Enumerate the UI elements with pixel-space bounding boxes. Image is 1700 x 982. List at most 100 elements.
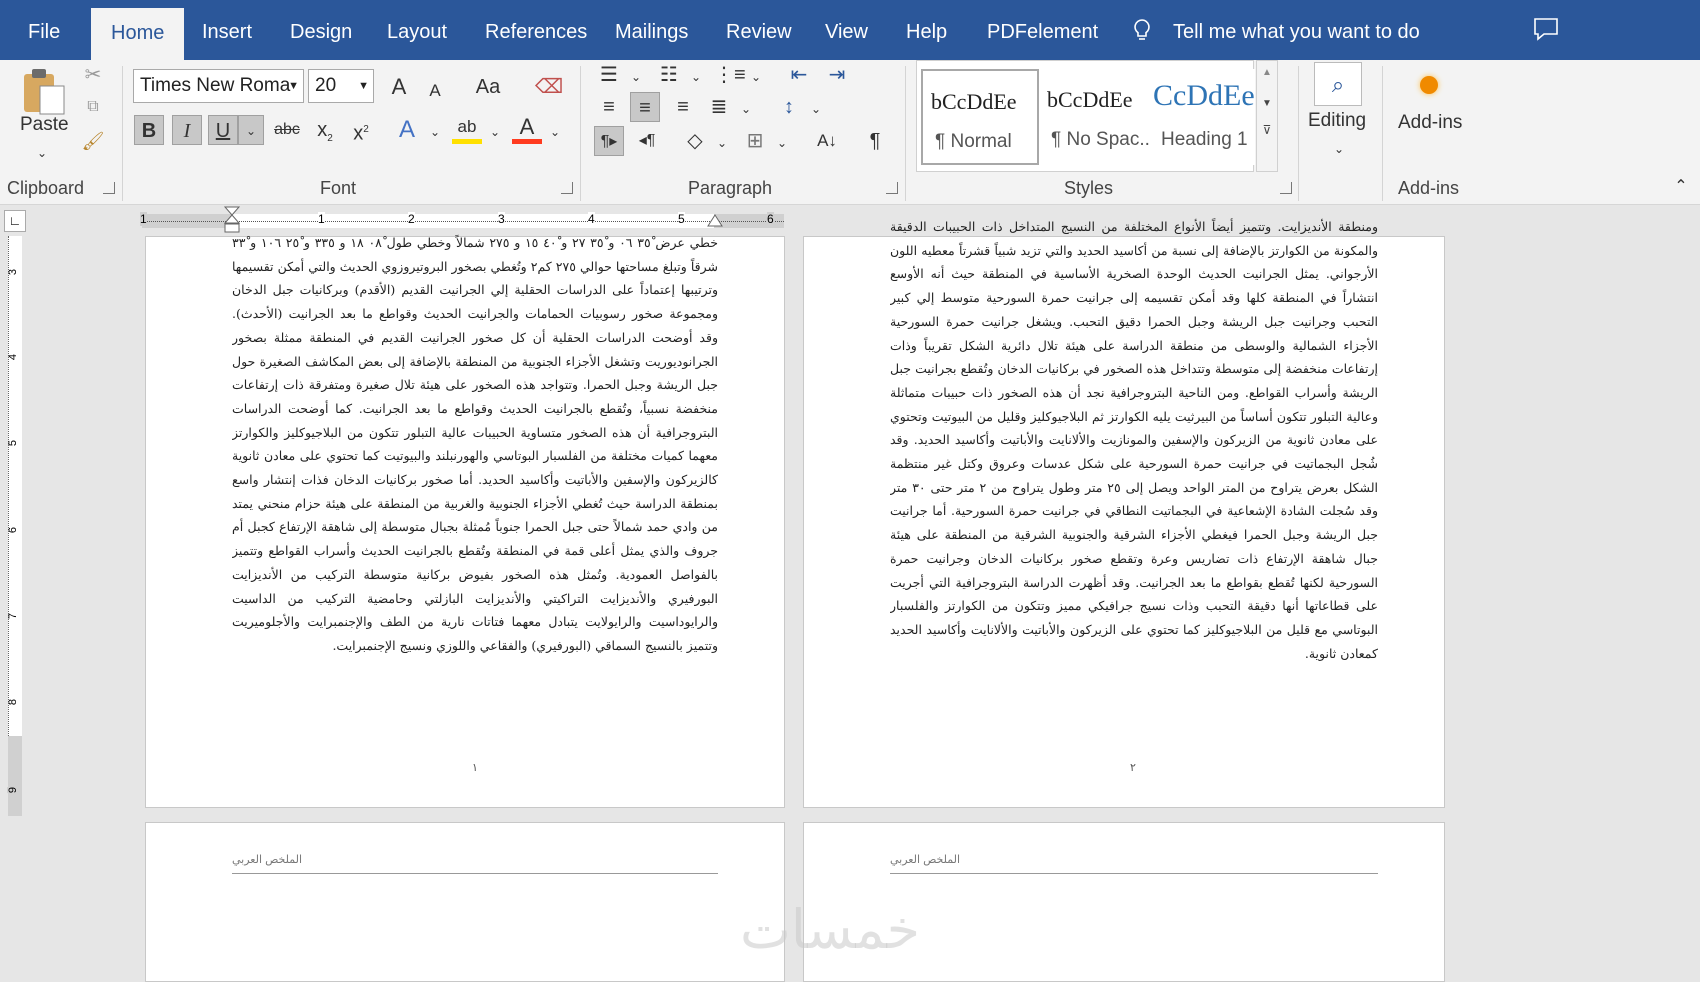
justify-icon[interactable]: ≣ (704, 92, 734, 122)
style-heading-1[interactable]: CcDdEe Heading 1 (1149, 69, 1255, 165)
tab-home[interactable]: Home (91, 8, 185, 60)
decrease-indent-icon[interactable]: ⇤ (784, 60, 814, 90)
tab-file[interactable]: File (28, 0, 60, 60)
highlight-button[interactable]: ab (452, 112, 482, 144)
ruler-number: 2 (408, 212, 415, 226)
vruler-margin (8, 736, 22, 816)
styles-launcher-icon[interactable] (1280, 182, 1292, 194)
subscript-letter: x (317, 119, 328, 141)
chevron-down-icon[interactable]: ⌄ (621, 62, 651, 92)
tab-references[interactable]: References (485, 0, 587, 60)
chevron-up-icon[interactable]: ▲ (1257, 67, 1277, 78)
chevron-down-icon[interactable]: ⌄ (731, 94, 761, 124)
document-page-2[interactable]: ومنطقة الأنديزايت. وتتميز أيضاً الأنواع … (803, 219, 1445, 808)
underline-dropdown-icon[interactable]: ⌄ (238, 115, 264, 145)
ruler-number: 6 (767, 212, 774, 226)
search-icon[interactable]: ⌕ (1314, 62, 1362, 106)
grow-font-button[interactable]: A (384, 72, 414, 102)
chevron-down-icon[interactable]: ⌄ (707, 128, 737, 158)
header-line (890, 873, 1378, 874)
format-painter-icon[interactable]: 🖌 (78, 126, 108, 156)
tab-insert[interactable]: Insert (202, 0, 252, 60)
font-launcher-icon[interactable] (561, 182, 573, 194)
font-name-value: Times New Roma (140, 75, 291, 96)
add-ins-icon[interactable] (1420, 76, 1438, 94)
sort-icon[interactable]: A↓ (812, 126, 842, 156)
ruler-number: 1 (318, 212, 325, 226)
tab-mailings[interactable]: Mailings (615, 0, 688, 60)
show-marks-icon[interactable]: ¶ (860, 126, 890, 156)
subscript-button[interactable]: x2 (310, 115, 340, 145)
tab-layout[interactable]: Layout (387, 0, 447, 60)
strikethrough-button[interactable]: abc (270, 115, 304, 145)
cut-icon[interactable]: ✂ (78, 60, 108, 90)
paste-button[interactable]: Paste (20, 114, 69, 136)
separator (905, 66, 906, 201)
paste-icon[interactable] (18, 64, 68, 116)
tab-review[interactable]: Review (726, 0, 792, 60)
page-2-body-text[interactable]: ومنطقة الأنديزايت. وتتميز أيضاً الأنواع … (890, 215, 1378, 675)
font-size-field[interactable]: 20 ▼ (308, 69, 374, 103)
chevron-down-icon[interactable]: ⌄ (540, 117, 570, 147)
multilevel-list-icon[interactable]: ⋮≡ (714, 60, 746, 90)
bullets-icon[interactable]: ☰ (594, 60, 624, 90)
increase-indent-icon[interactable]: ⇥ (822, 60, 852, 90)
tell-me-search[interactable]: Tell me what you want to do (1173, 0, 1420, 60)
underline-button[interactable]: U (208, 115, 238, 145)
more-styles-icon[interactable]: ⊽ (1257, 123, 1277, 137)
chevron-down-icon[interactable]: ⌄ (1324, 134, 1354, 164)
chevron-down-icon[interactable]: ⌄ (741, 62, 771, 92)
right-indent-marker-icon[interactable] (707, 214, 723, 230)
bold-button[interactable]: B (134, 115, 164, 145)
align-left-icon[interactable]: ≡ (594, 92, 624, 122)
chevron-down-icon[interactable]: ⌄ (420, 117, 450, 147)
numbering-icon[interactable]: ☷ (654, 60, 684, 90)
align-right-icon[interactable]: ≡ (668, 92, 698, 122)
subscript-digit: 2 (327, 133, 333, 144)
chevron-down-icon[interactable]: ⌄ (767, 128, 797, 158)
tab-selector-icon[interactable]: ∟ (4, 210, 26, 232)
styles-gallery: bCcDdEe ¶ Normal bCcDdEe ¶ No Spac... Cc… (916, 60, 1255, 172)
superscript-button[interactable]: x2 (346, 115, 376, 145)
borders-icon[interactable]: ⊞ (740, 126, 770, 156)
change-case-button[interactable]: Aa (466, 72, 510, 102)
comments-icon[interactable] (1532, 16, 1560, 42)
font-name-field[interactable]: Times New Roma ▼ (133, 69, 304, 103)
text-effects-button[interactable]: A (392, 115, 422, 145)
italic-button[interactable]: I (172, 115, 202, 145)
separator (122, 66, 123, 201)
font-color-button[interactable]: A (512, 112, 542, 144)
chevron-down-icon[interactable]: ▼ (1257, 98, 1277, 109)
style-no-spacing[interactable]: bCcDdEe ¶ No Spac... (1039, 69, 1157, 165)
clear-formatting-icon[interactable]: ⌫ (534, 72, 564, 102)
add-ins-button[interactable]: Add-ins (1398, 112, 1462, 134)
page-1-body-text[interactable]: خطي عرض ٣٥ْ ٠٦ و ٣٥ْ ٢٧ و ٤٠ْ ١٥ و ٢٧٥ ش… (232, 231, 718, 715)
tab-pdfelement[interactable]: PDFelement (987, 0, 1098, 60)
paragraph-launcher-icon[interactable] (886, 182, 898, 194)
paste-dropdown-icon[interactable]: ⌄ (27, 138, 57, 168)
chevron-down-icon[interactable]: ⌄ (681, 62, 711, 92)
chevron-down-icon[interactable]: ⌄ (801, 94, 831, 124)
tab-view[interactable]: View (825, 0, 868, 60)
shading-icon[interactable]: ◇ (680, 126, 710, 156)
rtl-direction-icon[interactable]: ◂¶ (632, 126, 662, 156)
styles-scrollbar[interactable]: ▲ ▼ ⊽ (1256, 60, 1278, 172)
styles-group-label: Styles (1064, 178, 1114, 198)
vertical-ruler[interactable]: 3 4 5 6 7 8 9 (0, 236, 30, 970)
line-spacing-icon[interactable]: ↕ (774, 92, 804, 122)
style-preview: bCcDdEe (931, 89, 1017, 114)
document-page-1[interactable]: خطي عرض ٣٥ْ ٠٦ و ٣٥ْ ٢٧ و ٤٠ْ ١٥ و ٢٧٥ ش… (145, 235, 785, 808)
tab-help[interactable]: Help (906, 0, 947, 60)
copy-icon[interactable]: ⧉ (78, 92, 108, 122)
collapse-ribbon-icon[interactable]: ⌃ (1666, 172, 1696, 202)
style-normal[interactable]: bCcDdEe ¶ Normal (921, 69, 1039, 165)
ltr-direction-icon[interactable]: ¶▸ (594, 126, 624, 156)
tab-design[interactable]: Design (290, 0, 352, 60)
align-center-icon[interactable]: ≡ (630, 92, 660, 122)
shrink-font-button[interactable]: A (420, 76, 450, 106)
chevron-down-icon[interactable]: ⌄ (480, 117, 510, 147)
document-page-3[interactable]: الملخص العربي (145, 822, 785, 982)
ribbon: Paste ⌄ ✂ ⧉ 🖌 Clipboard Times New Roma ▼ … (0, 60, 1700, 205)
editing-button[interactable]: Editing (1308, 110, 1366, 132)
clipboard-launcher-icon[interactable] (103, 182, 115, 194)
